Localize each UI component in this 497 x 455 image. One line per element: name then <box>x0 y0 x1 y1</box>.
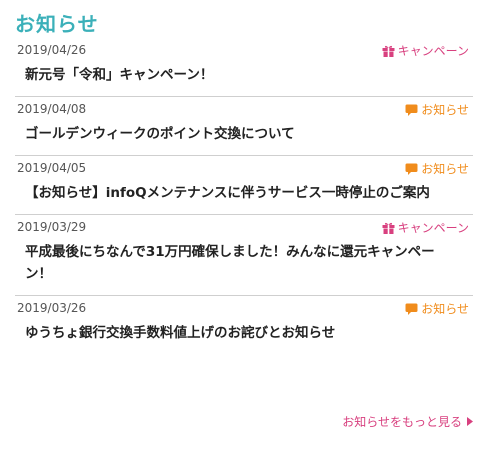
news-title-link[interactable]: ゴールデンウィークのポイント交換について <box>15 119 473 155</box>
speech-bubble-icon <box>405 104 418 116</box>
category-badge: お知らせ <box>405 101 469 118</box>
category-label: お知らせ <box>421 302 469 316</box>
news-meta: 2019/04/26 キャンペーン <box>15 38 473 60</box>
news-list: 2019/04/26 キャンペーン 新元号「令和」キャンペーン！ 2019/04… <box>15 38 473 354</box>
category-label: キャンペーン <box>397 221 469 235</box>
news-date: 2019/03/26 <box>17 301 87 315</box>
speech-bubble-icon <box>405 303 418 315</box>
news-item[interactable]: 2019/04/26 キャンペーン 新元号「令和」キャンペーン！ <box>15 38 473 97</box>
news-meta: 2019/04/05 お知らせ <box>15 156 473 178</box>
category-label: キャンペーン <box>397 44 469 58</box>
news-title-link[interactable]: 平成最後にちなんで31万円確保しました！みんなに還元キャンペーン！ <box>15 237 473 295</box>
more-news-label: お知らせをもっと見る <box>342 415 462 429</box>
news-meta: 2019/04/08 お知らせ <box>15 97 473 119</box>
category-badge: お知らせ <box>405 300 469 317</box>
news-date: 2019/03/29 <box>17 220 87 234</box>
news-date: 2019/04/05 <box>17 161 87 175</box>
page-title: お知らせ <box>15 12 99 36</box>
gift-icon <box>382 222 395 234</box>
news-item[interactable]: 2019/04/08 お知らせ ゴールデンウィークのポイント交換について <box>15 97 473 156</box>
news-title-link[interactable]: 【お知らせ】infoQメンテナンスに伴うサービス一時停止のご案内 <box>15 178 473 214</box>
category-badge: お知らせ <box>405 160 469 177</box>
news-item[interactable]: 2019/04/05 お知らせ 【お知らせ】infoQメンテナンスに伴うサービス… <box>15 156 473 215</box>
category-label: お知らせ <box>421 162 469 176</box>
speech-bubble-icon <box>405 163 418 175</box>
news-date: 2019/04/26 <box>17 43 87 57</box>
news-meta: 2019/03/29 キャンペーン <box>15 215 473 237</box>
news-meta: 2019/03/26 お知らせ <box>15 296 473 318</box>
category-badge: キャンペーン <box>382 42 469 59</box>
news-title-link[interactable]: 新元号「令和」キャンペーン！ <box>15 60 473 96</box>
news-item[interactable]: 2019/03/26 お知らせ ゆうちょ銀行交換手数料値上げのお詫びとお知らせ <box>15 296 473 354</box>
caret-right-icon <box>467 417 473 426</box>
category-label: お知らせ <box>421 103 469 117</box>
more-news-link[interactable]: お知らせをもっと見る <box>342 413 473 430</box>
news-date: 2019/04/08 <box>17 102 87 116</box>
news-item[interactable]: 2019/03/29 キャンペーン 平成最後にちなんで31万円確保しました！みん… <box>15 215 473 296</box>
news-title-link[interactable]: ゆうちょ銀行交換手数料値上げのお詫びとお知らせ <box>15 318 473 354</box>
news-panel: お知らせ 2019/04/26 キャンペーン 新元号「令和」キャンペーン！ 20… <box>0 0 497 455</box>
gift-icon <box>382 45 395 57</box>
category-badge: キャンペーン <box>382 219 469 236</box>
